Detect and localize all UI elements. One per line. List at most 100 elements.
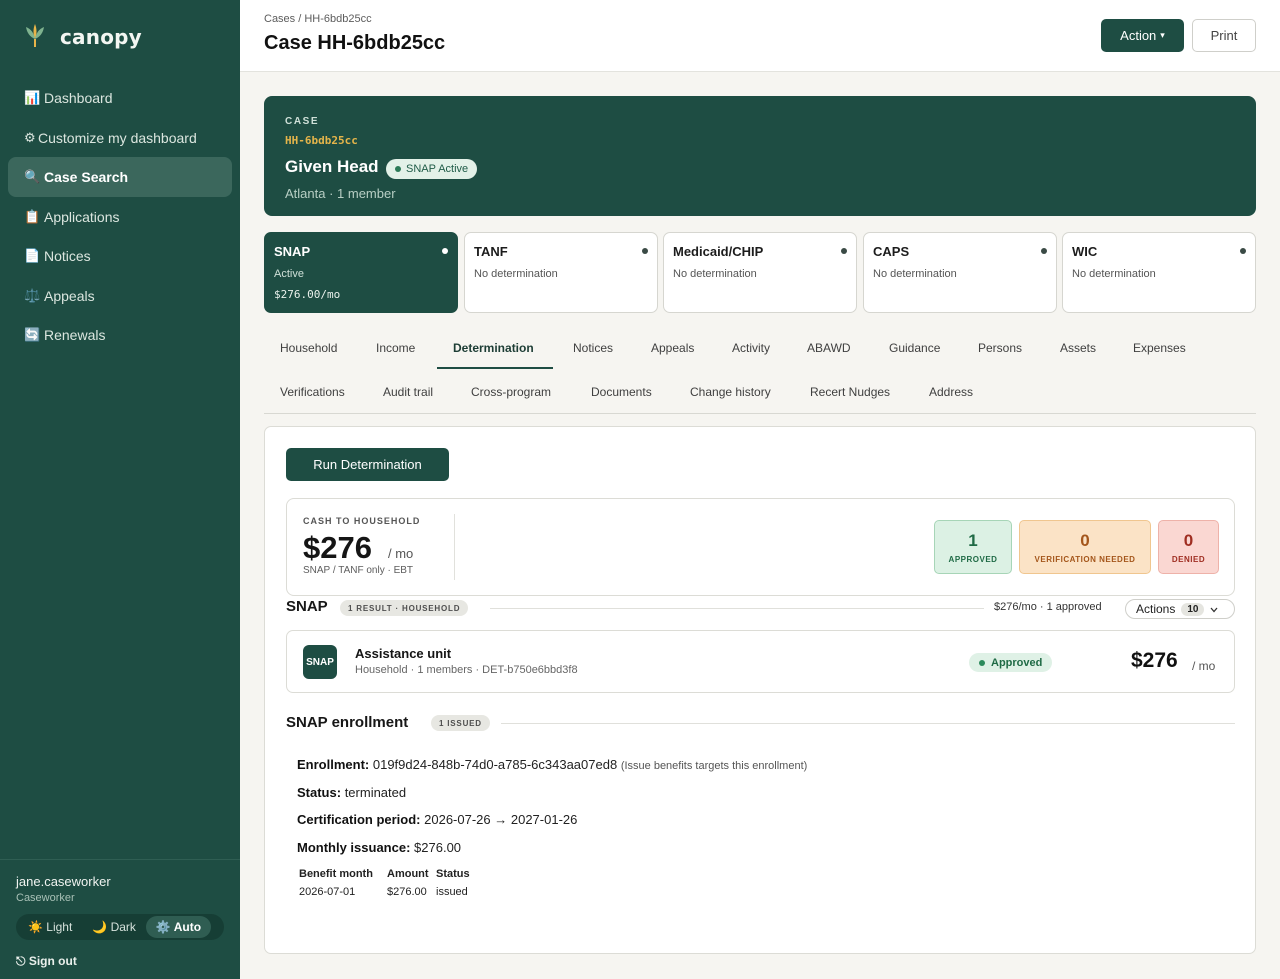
- sign-out-link[interactable]: ⎋ Sign out: [16, 954, 224, 969]
- tab-recert-nudges[interactable]: Recert Nudges: [810, 385, 890, 399]
- stat-label: DENIED: [1171, 554, 1206, 564]
- enrollment-label: Enrollment:: [297, 757, 370, 772]
- determination-panel: Run Determination CASH TO HOUSEHOLD $276…: [264, 426, 1256, 954]
- theme-dark-option[interactable]: 🌙 Dark: [82, 916, 146, 938]
- sidebar-item-applications[interactable]: 📋 Applications: [8, 197, 232, 237]
- monthly-issuance-label: Monthly issuance:: [297, 840, 411, 855]
- summary-period: / mo: [388, 546, 414, 561]
- tab-change-history[interactable]: Change history: [690, 385, 771, 399]
- snap-section-title: SNAP: [286, 598, 328, 615]
- tab-audit-trail[interactable]: Audit trail: [383, 385, 433, 399]
- tab-expenses[interactable]: Expenses: [1133, 341, 1186, 355]
- certification-label: Certification period:: [297, 812, 421, 827]
- tab-assets[interactable]: Assets: [1060, 341, 1096, 355]
- action-button[interactable]: Action ▾: [1101, 19, 1184, 52]
- sidebar-item-label: Appeals: [44, 287, 95, 304]
- user-role: Caseworker: [16, 892, 75, 904]
- certification-value: 2026-07-26 → 2027-01-26: [424, 812, 578, 827]
- summary-amount: $276: [303, 530, 372, 565]
- user-name: jane.caseworker: [16, 874, 111, 889]
- sidebar-item-notices[interactable]: 📄 Notices: [8, 236, 232, 276]
- unit-title: Assistance unit: [355, 646, 452, 661]
- unit-amount: $276: [1131, 649, 1178, 672]
- sidebar-item-renewals[interactable]: 🔄 Renewals: [8, 315, 232, 355]
- tab-guidance[interactable]: Guidance: [889, 341, 940, 355]
- stat-value: 1: [968, 530, 978, 550]
- enrollment-issued-pill: 1 ISSUED: [431, 715, 490, 731]
- tab-notices[interactable]: Notices: [573, 341, 613, 355]
- enrollment-note: (Issue benefits targets this enrollment): [620, 760, 808, 772]
- assistance-unit-card[interactable]: SNAP Assistance unit Household · 1 membe…: [286, 630, 1235, 693]
- unit-period: / mo: [1192, 659, 1216, 673]
- tab-income[interactable]: Income: [376, 341, 415, 355]
- program-amount: $276.00/mo: [274, 288, 341, 301]
- status-badge: SNAP Active: [386, 159, 478, 179]
- program-card-snap[interactable]: SNAP Active $276.00/mo: [264, 232, 458, 313]
- sidebar-item-label: Customize my dashboard: [38, 129, 197, 146]
- monthly-issuance-value: $276.00: [414, 840, 462, 855]
- stat-label: APPROVED: [948, 554, 998, 564]
- tab-documents[interactable]: Documents: [591, 385, 652, 399]
- theme-light-option[interactable]: ☀️ Light: [18, 916, 82, 938]
- tab-determination[interactable]: Determination: [453, 341, 534, 355]
- snap-program-icon: SNAP: [303, 645, 337, 679]
- tab-activity[interactable]: Activity: [732, 341, 770, 355]
- program-card-wic[interactable]: WIC No determination: [1062, 232, 1256, 313]
- sidebar-item-case-search[interactable]: 🔍 Case Search: [8, 157, 232, 197]
- summary-label: CASH TO HOUSEHOLD: [303, 516, 421, 526]
- program-name: TANF: [474, 244, 508, 259]
- tab-persons[interactable]: Persons: [978, 341, 1022, 355]
- issuance-table: Benefit month Amount Status 2026-07-01 $…: [299, 868, 470, 898]
- snap-summary-meta: $276/mo · 1 approved: [994, 601, 1102, 613]
- case-subtitle: Atlanta · 1 member: [285, 186, 396, 201]
- brand[interactable]: canopy: [22, 20, 142, 53]
- program-card-caps[interactable]: CAPS No determination: [863, 232, 1057, 313]
- sidebar-item-label: Applications: [44, 208, 120, 225]
- clipboard-icon: 📋: [24, 208, 41, 224]
- table-header-row: Benefit month Amount Status: [299, 868, 470, 886]
- table-cell: issued: [436, 886, 468, 898]
- summary-note: SNAP / TANF only · EBT: [303, 565, 414, 576]
- column-header: Amount: [387, 868, 429, 880]
- breadcrumb[interactable]: Cases / HH-6bdb25cc: [264, 13, 372, 25]
- sidebar-item-appeals[interactable]: ⚖️ Appeals: [8, 276, 232, 316]
- actions-label: Actions: [1136, 602, 1176, 616]
- tab-appeals[interactable]: Appeals: [651, 341, 694, 355]
- wheat-logo-icon: [22, 20, 48, 53]
- monthly-issuance-line: Monthly issuance: $276.00: [297, 840, 461, 855]
- tab-abawd[interactable]: ABAWD: [807, 341, 851, 355]
- sidebar-nav: 📊 Dashboard ⚙ Customize my dashboard 🔍 C…: [8, 78, 232, 355]
- enrollment-section-title: SNAP enrollment: [286, 714, 409, 731]
- actions-dropdown-button[interactable]: Actions 10: [1125, 599, 1235, 619]
- snap-result-pill: 1 RESULT · HOUSEHOLD: [340, 600, 469, 616]
- column-header: Status: [436, 868, 470, 880]
- program-name: Medicaid/CHIP: [673, 244, 764, 259]
- sidebar-item-customize-dashboard[interactable]: ⚙ Customize my dashboard: [8, 118, 232, 158]
- gear-icon: ⚙: [24, 129, 36, 145]
- tab-verifications[interactable]: Verifications: [280, 385, 345, 399]
- page-title: Case HH-6bdb25cc: [264, 32, 446, 54]
- status-badge-label: Approved: [991, 656, 1043, 669]
- status-dot-icon: [642, 248, 648, 254]
- table-row: 2026-07-01 $276.00 issued: [299, 886, 470, 898]
- sidebar-item-dashboard[interactable]: 📊 Dashboard: [8, 78, 232, 118]
- tab-address[interactable]: Address: [929, 385, 973, 399]
- page-header: Cases / HH-6bdb25cc Case HH-6bdb25cc Act…: [240, 0, 1280, 72]
- approved-stat: 1 APPROVED: [934, 520, 1012, 574]
- denied-stat: 0 DENIED: [1158, 520, 1219, 574]
- print-button[interactable]: Print: [1192, 19, 1256, 52]
- program-card-tanf[interactable]: TANF No determination: [464, 232, 658, 313]
- program-card-medicaid-chip[interactable]: Medicaid/CHIP No determination: [663, 232, 857, 313]
- unit-subtitle: Household · 1 members · DET-b750e6bbd3f8: [355, 664, 578, 676]
- theme-auto-option[interactable]: ⚙️ Auto: [145, 916, 212, 938]
- tab-cross-program[interactable]: Cross-program: [471, 385, 551, 399]
- chart-icon: 📊: [24, 90, 41, 105]
- tab-household[interactable]: Household: [280, 341, 337, 355]
- run-determination-button[interactable]: Run Determination: [286, 448, 449, 481]
- stat-label: VERIFICATION NEEDED: [1034, 554, 1136, 564]
- brand-name: canopy: [60, 24, 142, 49]
- program-name: WIC: [1072, 244, 1098, 259]
- column-header: Benefit month: [299, 868, 373, 880]
- actions-count-badge: 10: [1181, 602, 1205, 616]
- stat-value: 0: [1183, 530, 1194, 550]
